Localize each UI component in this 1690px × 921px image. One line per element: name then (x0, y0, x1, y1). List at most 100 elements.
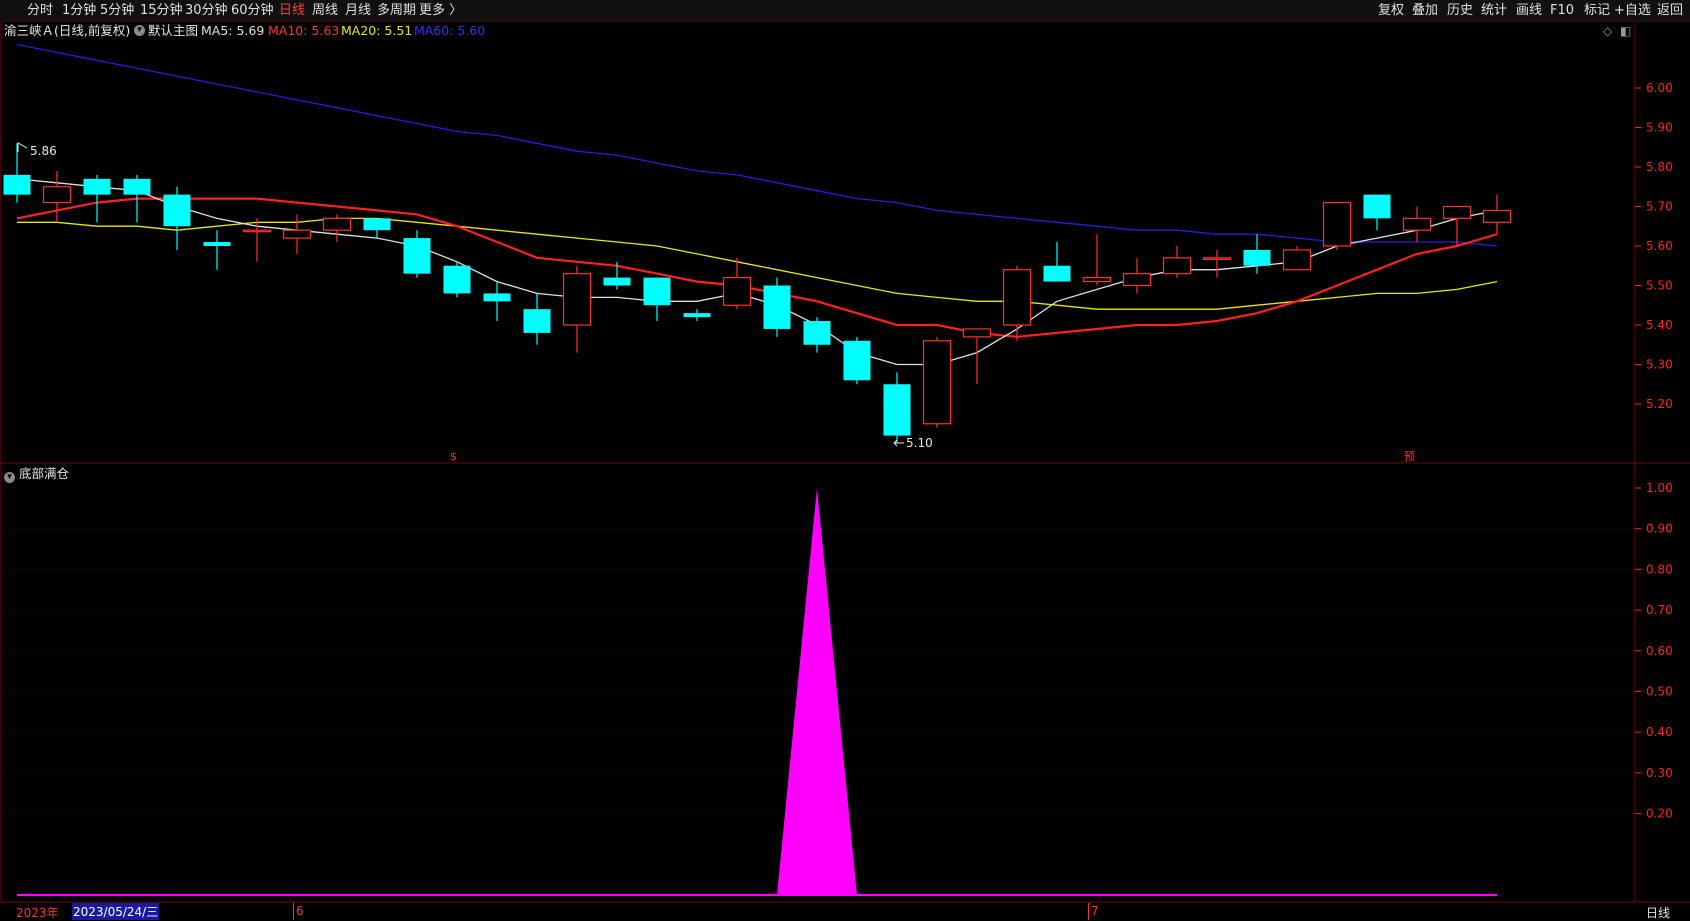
dividend-marker-icon[interactable]: $ (450, 450, 457, 463)
candle (42, 170, 72, 223)
candle (643, 277, 671, 322)
candle (1122, 257, 1152, 294)
candle-body (1043, 265, 1071, 282)
candle (803, 317, 831, 353)
candle (562, 265, 592, 353)
candle (1282, 246, 1312, 271)
candle (83, 174, 111, 223)
candle (1482, 194, 1512, 235)
candle-body (3, 174, 31, 195)
candle-body (922, 340, 952, 425)
candles[interactable] (3, 143, 1512, 444)
candle-body (803, 321, 831, 345)
candle-body (763, 285, 791, 329)
candle-body (603, 277, 631, 286)
price-tick-label: 5.90 (1646, 121, 1673, 135)
candle (683, 309, 711, 322)
candle (1402, 206, 1432, 243)
kline-chart[interactable]: 6.00 5.90 5.80 5.70 5.60 5.50 5.40 5.30 5.20 1.0… (0, 0, 1690, 921)
candle-body (1402, 217, 1432, 231)
indicator-name[interactable]: 底部满仓 (19, 466, 69, 481)
price-axis: 6.00 5.90 5.80 5.70 5.60 5.50 5.40 5.30 5.20 (1635, 81, 1673, 411)
chart-frame (0, 22, 1690, 903)
selected-date[interactable]: 2023/05/24/三 (72, 903, 160, 920)
high-price-label: 5.86 (30, 144, 57, 158)
candle-body (523, 309, 551, 333)
indicator-tick-label: 0.70 (1646, 603, 1673, 617)
candle-body (322, 217, 352, 231)
month-mark-7: 7 (1091, 904, 1099, 918)
high-arrow-icon (17, 142, 28, 152)
price-tick-label: 5.40 (1646, 318, 1673, 332)
candle-body (1322, 201, 1352, 247)
candle-body (163, 194, 191, 227)
candle (922, 336, 952, 428)
price-tick-label: 6.00 (1646, 81, 1673, 95)
candle-body (643, 277, 671, 306)
indicator-tick-label: 0.20 (1646, 807, 1673, 821)
indicator-tick-label: 0.80 (1646, 562, 1673, 576)
candle-body (1202, 257, 1232, 260)
price-tick-label: 5.60 (1646, 239, 1673, 253)
year-label: 2023年 (16, 906, 59, 920)
candle-body (282, 229, 312, 239)
price-tick-label: 5.20 (1646, 397, 1673, 411)
indicator-tick-label: 0.90 (1646, 522, 1673, 536)
price-tick-label: 5.70 (1646, 200, 1673, 214)
indicator-tick-label: 0.50 (1646, 685, 1673, 699)
ma60-line (16, 43, 1498, 247)
indicator-tick-label: 1.00 (1646, 481, 1673, 495)
candle-body (1282, 249, 1312, 271)
candle-body (1243, 249, 1271, 266)
candle (1162, 246, 1192, 278)
low-arrow-icon (893, 439, 904, 447)
candle (722, 257, 752, 310)
candle (1082, 234, 1112, 286)
month-mark-6: 6 (296, 904, 304, 918)
candle (523, 293, 551, 345)
indicator-axis: 1.00 0.90 0.80 0.70 0.60 0.50 0.40 0.30 0.20 (1635, 481, 1673, 821)
forecast-marker-icon[interactable]: 预 (1404, 450, 1415, 463)
candle (1442, 205, 1472, 246)
candle (3, 143, 31, 203)
candle-body (242, 229, 272, 233)
candle (1043, 242, 1071, 282)
candle (203, 230, 231, 270)
indicator-toggle-icon[interactable]: ▾ (4, 472, 15, 483)
ma10-line (16, 197, 1498, 338)
candle (1202, 249, 1232, 278)
candle (322, 214, 352, 243)
date-axis: 2023年 2023/05/24/三 6 7 日线 (0, 902, 1690, 921)
price-tick-label: 5.80 (1646, 160, 1673, 174)
candle-body (683, 313, 711, 318)
candle-body (843, 340, 871, 381)
candle-body (722, 277, 752, 306)
candle (1322, 201, 1352, 250)
candle-body (1002, 269, 1032, 326)
candle (1002, 265, 1032, 341)
candle-body (1442, 205, 1472, 219)
candle-body (363, 218, 391, 231)
candle-body (443, 265, 471, 294)
candle-body (1363, 194, 1391, 219)
candle (363, 218, 391, 239)
period-label[interactable]: 日线 (1646, 904, 1670, 921)
indicator-tick-label: 0.30 (1646, 766, 1673, 780)
candle-body (883, 384, 911, 436)
ma-lines (16, 43, 1498, 366)
low-price-label: 5.10 (906, 436, 933, 450)
candle-body (83, 178, 111, 195)
candle (1243, 234, 1271, 274)
candle (282, 214, 312, 254)
ma5-line (16, 178, 1498, 366)
candle (403, 230, 431, 278)
candle-body (962, 328, 992, 338)
candle-body (123, 178, 151, 195)
indicator-tick-label: 0.40 (1646, 725, 1673, 739)
candle-body (42, 186, 72, 204)
indicator-tick-label: 0.60 (1646, 644, 1673, 658)
candle-body (403, 238, 431, 274)
candle (962, 328, 992, 385)
candle (1363, 194, 1391, 231)
price-tick-label: 5.50 (1646, 279, 1673, 293)
